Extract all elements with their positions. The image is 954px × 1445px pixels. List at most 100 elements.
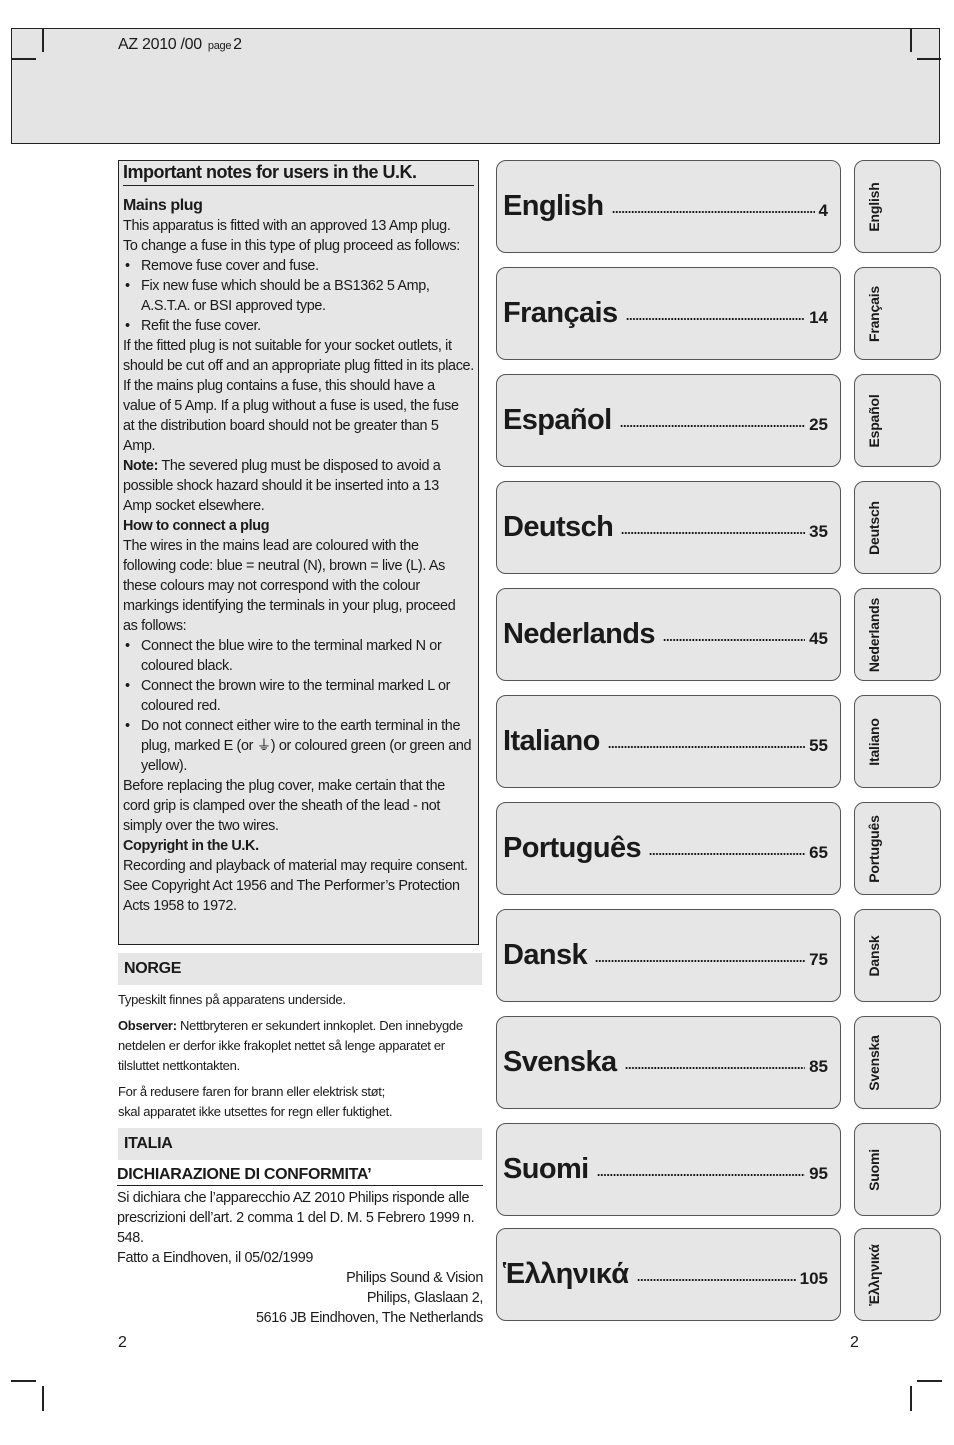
crop-mark	[42, 1386, 44, 1411]
language-side-tab[interactable]: Ἑλληνικά	[854, 1228, 941, 1321]
fuse-step: Refit the fuse cover.	[123, 316, 474, 336]
model-number: AZ 2010 /00	[118, 36, 202, 53]
language-entry[interactable]: Italiano 55	[496, 695, 841, 788]
side-tab-label: Italiano	[866, 717, 882, 766]
side-tab-label: Nederlands	[866, 597, 882, 672]
language-name: Español	[503, 404, 612, 436]
intro-line: To change a fuse in this type of plug pr…	[123, 238, 460, 254]
language-name: Suomi	[503, 1153, 589, 1185]
language-page-number: 105	[799, 1268, 828, 1288]
side-tab-label: Svenska	[866, 1034, 882, 1091]
note-text: The severed plug must be disposed to avo…	[123, 458, 441, 514]
language-entry[interactable]: Nederlands 45	[496, 588, 841, 681]
norge-observer: Observer: Nettbryteren er sekundert innk…	[118, 1016, 488, 1076]
side-tab-label: Dansk	[866, 934, 882, 977]
dot-leader	[624, 1065, 806, 1070]
dot-leader	[619, 423, 806, 428]
language-entry[interactable]: Français 14	[496, 267, 841, 360]
language-entry[interactable]: Ἑλληνικά 105	[496, 1228, 841, 1321]
header-title: AZ 2010 /00 page 2	[118, 36, 242, 54]
dot-leader	[621, 530, 806, 535]
norge-text: Typeskilt finnes på apparatens underside…	[118, 990, 488, 1128]
side-tab-label: English	[866, 181, 882, 232]
language-side-tab[interactable]: Deutsch	[854, 481, 941, 574]
not-suitable-paragraph: If the fitted plug is not suitable for y…	[123, 338, 474, 374]
crop-mark	[910, 1386, 912, 1411]
norge-line: Typeskilt finnes på apparatens underside…	[118, 992, 346, 1007]
dot-leader	[611, 209, 815, 214]
language-side-tab[interactable]: Dansk	[854, 909, 941, 1002]
language-page-number: 95	[809, 1163, 828, 1183]
language-entry[interactable]: Dansk 75	[496, 909, 841, 1002]
language-side-tab[interactable]: Svenska	[854, 1016, 941, 1109]
declaration-text: Si dichiara che l’apparecchio AZ 2010 Ph…	[117, 1190, 475, 1246]
dot-leader	[649, 851, 806, 856]
norge-heading: NORGE	[118, 953, 482, 985]
dot-leader	[607, 744, 806, 749]
side-tab-label: Ἑλληνικά	[866, 1243, 882, 1306]
declaration-signed: Fatto a Eindhoven, il 05/02/1999	[117, 1250, 314, 1266]
side-tab-label: Suomi	[866, 1148, 882, 1191]
language-page-number: 14	[809, 307, 828, 327]
language-side-tab[interactable]: English	[854, 160, 941, 253]
language-page-number: 55	[809, 735, 828, 755]
language-page-number: 65	[809, 842, 828, 862]
page-label: page	[207, 40, 232, 52]
fuse-step: Fix new fuse which should be a BS1362 5 …	[123, 276, 474, 316]
crop-mark	[11, 58, 36, 60]
norge-warning: For å redusere faren for brann eller ele…	[118, 1082, 488, 1122]
page-number-right: 2	[850, 1334, 859, 1351]
page-number-left: 2	[118, 1334, 127, 1351]
declaration-body: Si dichiara che l’apparecchio AZ 2010 Ph…	[117, 1188, 483, 1328]
language-page-number: 25	[809, 414, 828, 434]
note-label: Note:	[123, 458, 159, 474]
language-side-tab[interactable]: Nederlands	[854, 588, 941, 681]
address-line: Philips, Glaslaan 2,	[366, 1290, 484, 1306]
side-tab-label: Español	[866, 393, 882, 448]
language-name: Nederlands	[503, 618, 656, 650]
language-side-tab[interactable]: Suomi	[854, 1123, 941, 1216]
crop-mark	[917, 1380, 942, 1382]
connect-plug-heading: How to connect a plug	[123, 518, 270, 534]
language-entry[interactable]: Português 65	[496, 802, 841, 895]
crop-mark	[11, 1380, 36, 1382]
language-entry[interactable]: Español 25	[496, 374, 841, 467]
language-entry[interactable]: English 4	[496, 160, 841, 253]
language-page-number: 75	[809, 949, 828, 969]
language-side-tab[interactable]: Español	[854, 374, 941, 467]
copyright-heading: Copyright in the U.K.	[123, 838, 259, 854]
language-name: Dansk	[503, 939, 588, 971]
observer-label: Observer:	[118, 1018, 177, 1033]
language-page-number: 4	[818, 200, 828, 220]
language-side-tab[interactable]: Italiano	[854, 695, 941, 788]
uk-notes-box: Important notes for users in the U.K. Ma…	[118, 160, 479, 945]
mains-plug-heading: Mains plug	[123, 197, 203, 214]
dot-leader	[662, 637, 806, 642]
language-side-tab[interactable]: Português	[854, 802, 941, 895]
uk-notes-body: This apparatus is fitted with an approve…	[123, 216, 474, 916]
dot-leader	[636, 1277, 796, 1282]
warning-line: For å redusere faren for brann eller ele…	[118, 1084, 385, 1099]
language-entry[interactable]: Suomi 95	[496, 1123, 841, 1216]
connect-step: Connect the brown wire to the terminal m…	[123, 676, 474, 716]
declaration-title: DICHIARAZIONE DI CONFORMITA’	[117, 1166, 483, 1186]
crop-mark	[917, 58, 941, 60]
address-line: 5616 JB Eindhoven, The Netherlands	[255, 1310, 483, 1326]
copyright-text: Recording and playback of material may r…	[123, 858, 468, 914]
language-name: Svenska	[503, 1046, 617, 1078]
language-name: Ἑλληνικά	[503, 1258, 629, 1290]
crop-mark	[910, 28, 912, 52]
language-name: Deutsch	[503, 511, 614, 543]
language-name: Italiano	[503, 725, 600, 757]
italia-heading: ITALIA	[118, 1128, 482, 1160]
connect-step: Do not connect either wire to the earth …	[123, 716, 474, 776]
language-entry[interactable]: Deutsch 35	[496, 481, 841, 574]
fuse-value-paragraph: If the mains plug contains a fuse, this …	[123, 378, 459, 454]
language-entry[interactable]: Svenska 85	[496, 1016, 841, 1109]
side-tab-label: Português	[866, 814, 882, 883]
language-side-tab[interactable]: Français	[854, 267, 941, 360]
header-page-number: 2	[233, 36, 242, 53]
language-name: Français	[503, 297, 618, 329]
fuse-step: Remove fuse cover and fuse.	[123, 256, 474, 276]
intro-line: This apparatus is fitted with an approve…	[123, 218, 451, 234]
